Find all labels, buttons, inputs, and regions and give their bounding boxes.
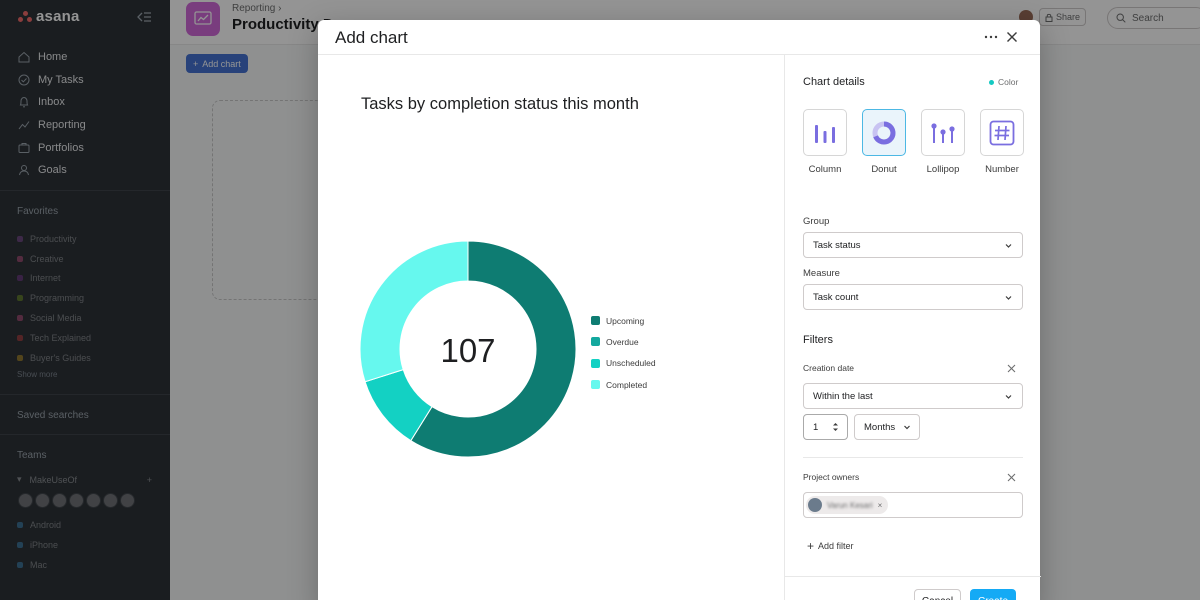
measure-value: Task count: [813, 291, 859, 303]
group-value: Task status: [813, 239, 861, 251]
group-label: Group: [803, 216, 830, 227]
chart-type-number[interactable]: Number: [980, 109, 1024, 175]
period-number-input[interactable]: 1: [803, 414, 848, 440]
add-filter-label: Add filter: [818, 541, 854, 551]
legend-item-unscheduled: Unscheduled: [591, 353, 656, 374]
chart-type-column[interactable]: Column: [803, 109, 847, 175]
chart-details-title: Chart details: [803, 76, 865, 88]
number-chart-icon: [989, 120, 1015, 145]
chart-type-label: Number: [985, 164, 1019, 175]
filter-divider: [803, 457, 1023, 458]
remove-filter-icon[interactable]: [1007, 473, 1016, 482]
chart-type-label: Donut: [871, 164, 897, 175]
donut-center-value: 107: [440, 332, 495, 369]
lollipop-chart-icon: [931, 122, 955, 143]
create-button[interactable]: Create: [970, 589, 1016, 600]
filters-title: Filters: [803, 334, 833, 346]
project-owners-field[interactable]: Varun Kesari ×: [803, 492, 1023, 518]
cancel-button[interactable]: Cancel: [914, 589, 961, 600]
color-button[interactable]: Color: [989, 77, 1018, 87]
project-owners-label: Project owners: [803, 472, 860, 482]
legend-item-completed: Completed: [591, 374, 656, 395]
dialog-footer-divider: [785, 576, 1041, 577]
legend-label: Overdue: [606, 336, 639, 347]
column-chart-icon: [815, 124, 835, 143]
chart-type-options: Column Donut Lollipop Number: [803, 109, 1024, 175]
legend-swatch: [591, 358, 600, 368]
chart-type-label: Lollipop: [926, 164, 960, 175]
measure-label: Measure: [803, 268, 840, 279]
legend-swatch: [591, 316, 600, 326]
avatar: [808, 498, 822, 512]
legend-item-upcoming: Upcoming: [591, 310, 656, 331]
chart-title: Tasks by completion status this month: [361, 95, 639, 113]
more-options-icon[interactable]: [984, 31, 998, 43]
chart-type-label: Column: [808, 164, 842, 175]
color-dot-icon: [989, 79, 994, 85]
legend-item-overdue: Overdue: [591, 331, 656, 352]
add-filter-button[interactable]: + Add filter: [807, 539, 854, 553]
plus-icon: +: [807, 539, 815, 553]
stepper-arrows-icon[interactable]: [832, 421, 839, 433]
close-icon[interactable]: [1006, 31, 1018, 43]
measure-select[interactable]: Task count: [803, 284, 1023, 310]
owner-name: Varun Kesari: [827, 500, 873, 510]
donut-chart: 107: [359, 240, 577, 458]
dialog-header: Add chart: [318, 20, 1040, 55]
period-unit-value: Months: [864, 421, 896, 433]
period-unit-select[interactable]: Months: [854, 414, 920, 440]
creation-date-select[interactable]: Within the last: [803, 383, 1023, 409]
chart-type-donut[interactable]: Donut: [862, 109, 906, 175]
legend-label: Upcoming: [606, 315, 645, 326]
chevron-down-icon: [1005, 395, 1012, 399]
period-number-value: 1: [813, 421, 819, 433]
chart-type-box[interactable]: [921, 109, 965, 156]
chart-legend: Upcoming Overdue Unscheduled Completed: [591, 310, 656, 395]
group-select[interactable]: Task status: [803, 232, 1023, 258]
chart-details-panel: Chart details Color Column Donut Lollipo…: [784, 55, 1041, 600]
chevron-down-icon: [1005, 296, 1012, 300]
dialog-title: Add chart: [335, 28, 408, 47]
creation-date-value: Within the last: [813, 390, 873, 402]
remove-chip-icon[interactable]: ×: [878, 501, 883, 510]
owner-chip[interactable]: Varun Kesari ×: [806, 496, 889, 514]
legend-label: Unscheduled: [606, 358, 656, 369]
legend-label: Completed: [606, 379, 648, 390]
chevron-down-icon: [904, 425, 910, 430]
chevron-down-icon: [1005, 244, 1012, 248]
chart-type-box[interactable]: [803, 109, 847, 156]
remove-filter-icon[interactable]: [1007, 364, 1016, 373]
donut-chart-icon: [872, 121, 896, 144]
color-label: Color: [998, 77, 1019, 87]
chart-type-lollipop[interactable]: Lollipop: [921, 109, 965, 175]
chart-type-box-selected[interactable]: [862, 109, 906, 156]
add-chart-dialog: Add chart Tasks by completion status thi…: [318, 20, 1041, 600]
creation-date-label: Creation date: [803, 363, 855, 373]
legend-swatch: [591, 337, 600, 347]
chart-preview: Tasks by completion status this month 10…: [318, 55, 784, 600]
chart-type-box[interactable]: [980, 109, 1024, 156]
legend-swatch: [591, 380, 600, 390]
